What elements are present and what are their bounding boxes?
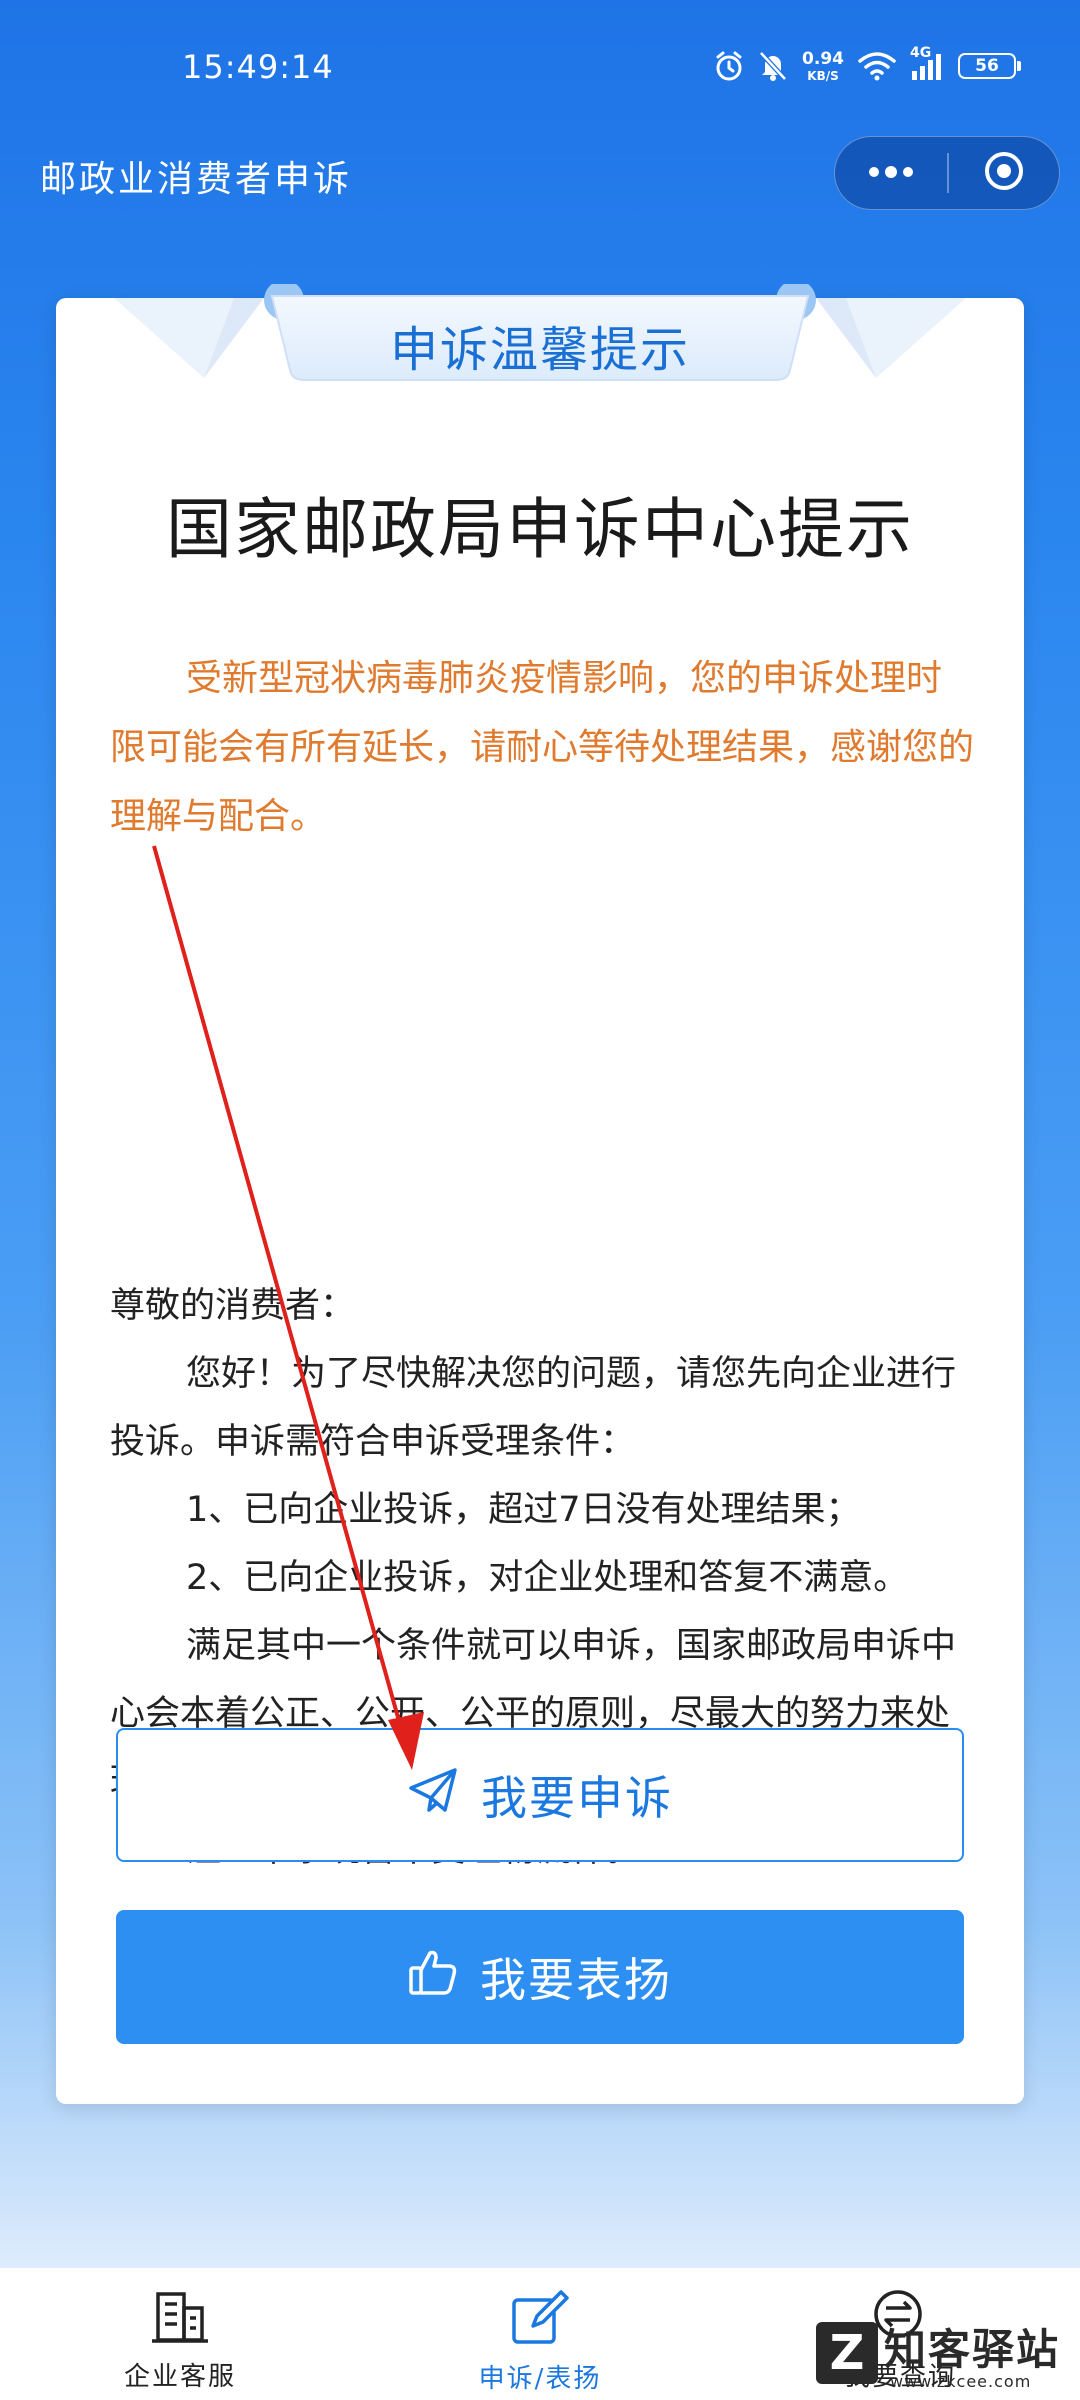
close-miniprogram-icon [982, 149, 1026, 197]
more-icon [866, 164, 916, 183]
watermark-logo: Z [816, 2322, 878, 2384]
tab-complain-praise[interactable]: 申诉/表扬 [360, 2268, 720, 2400]
status-icons: 0.94 KB/S 4G 56 [714, 45, 1021, 86]
complain-button[interactable]: 我要申诉 [116, 1728, 964, 1862]
site-watermark: Z 知客驿站 www.zkcee.com [812, 2292, 1080, 2400]
condition-1: 1、已向企业投诉，超过7日没有处理结果； [186, 1490, 861, 1530]
battery-icon: 56 [958, 53, 1021, 79]
intro-paragraph: 您好！为了尽快解决您的问题，请您先向企业进行投诉。申诉需符合申诉受理条件： [110, 1354, 957, 1462]
notice-heading: 国家邮政局申诉中心提示 [166, 491, 914, 568]
net-speed-unit: KB/S [807, 68, 839, 83]
condition-2: 2、已向企业投诉，对企业处理和答复不满意。 [186, 1558, 909, 1598]
page-title: 邮政业消费者申诉 [40, 159, 353, 200]
net-speed-value: 0.94 [802, 48, 844, 69]
watermark-text: 知客驿站 [884, 2325, 1061, 2374]
close-miniprogram-button[interactable] [949, 137, 1059, 209]
notice-card: 申诉温馨提示 国家邮政局申诉中心提示 受新型冠状病毒肺炎疫情影响，您的申诉处理时… [56, 284, 1024, 2104]
wifi-icon [858, 51, 896, 81]
complain-button-label: 我要申诉 [481, 1771, 673, 1825]
praise-button-label: 我要表扬 [480, 1953, 672, 2007]
signal-icon: 4G [910, 45, 944, 81]
praise-button[interactable]: 我要表扬 [116, 1910, 964, 2044]
status-bar: 15:49:14 0.94 KB/S 4G 56 [0, 0, 1080, 130]
salutation: 尊敬的消费者： [110, 1286, 356, 1326]
tab-label-complain: 申诉/表扬 [478, 2364, 602, 2394]
covid-notice: 受新型冠状病毒肺炎疫情影响，您的申诉处理时限可能会有所有延长，请耐心等待处理结果… [110, 658, 975, 837]
network-type: 4G [910, 45, 932, 61]
more-button[interactable] [835, 137, 947, 209]
paper-plane-icon [407, 1766, 459, 1825]
ribbon-title: 申诉温馨提示 [389, 322, 690, 378]
battery-level: 56 [975, 56, 999, 76]
watermark-url: www.zkcee.com [890, 2372, 1032, 2391]
edit-icon [509, 2288, 571, 2352]
mute-icon [758, 50, 788, 82]
tab-enterprise-service[interactable]: 企业客服 [0, 2268, 360, 2400]
tab-label-enterprise: 企业客服 [123, 2362, 236, 2392]
thumbs-up-icon [408, 1948, 458, 2007]
alarm-icon [714, 50, 744, 82]
status-time: 15:49:14 [182, 48, 334, 86]
net-speed: 0.94 KB/S [802, 48, 844, 83]
miniprogram-capsule [834, 136, 1060, 210]
building-icon [150, 2288, 210, 2350]
